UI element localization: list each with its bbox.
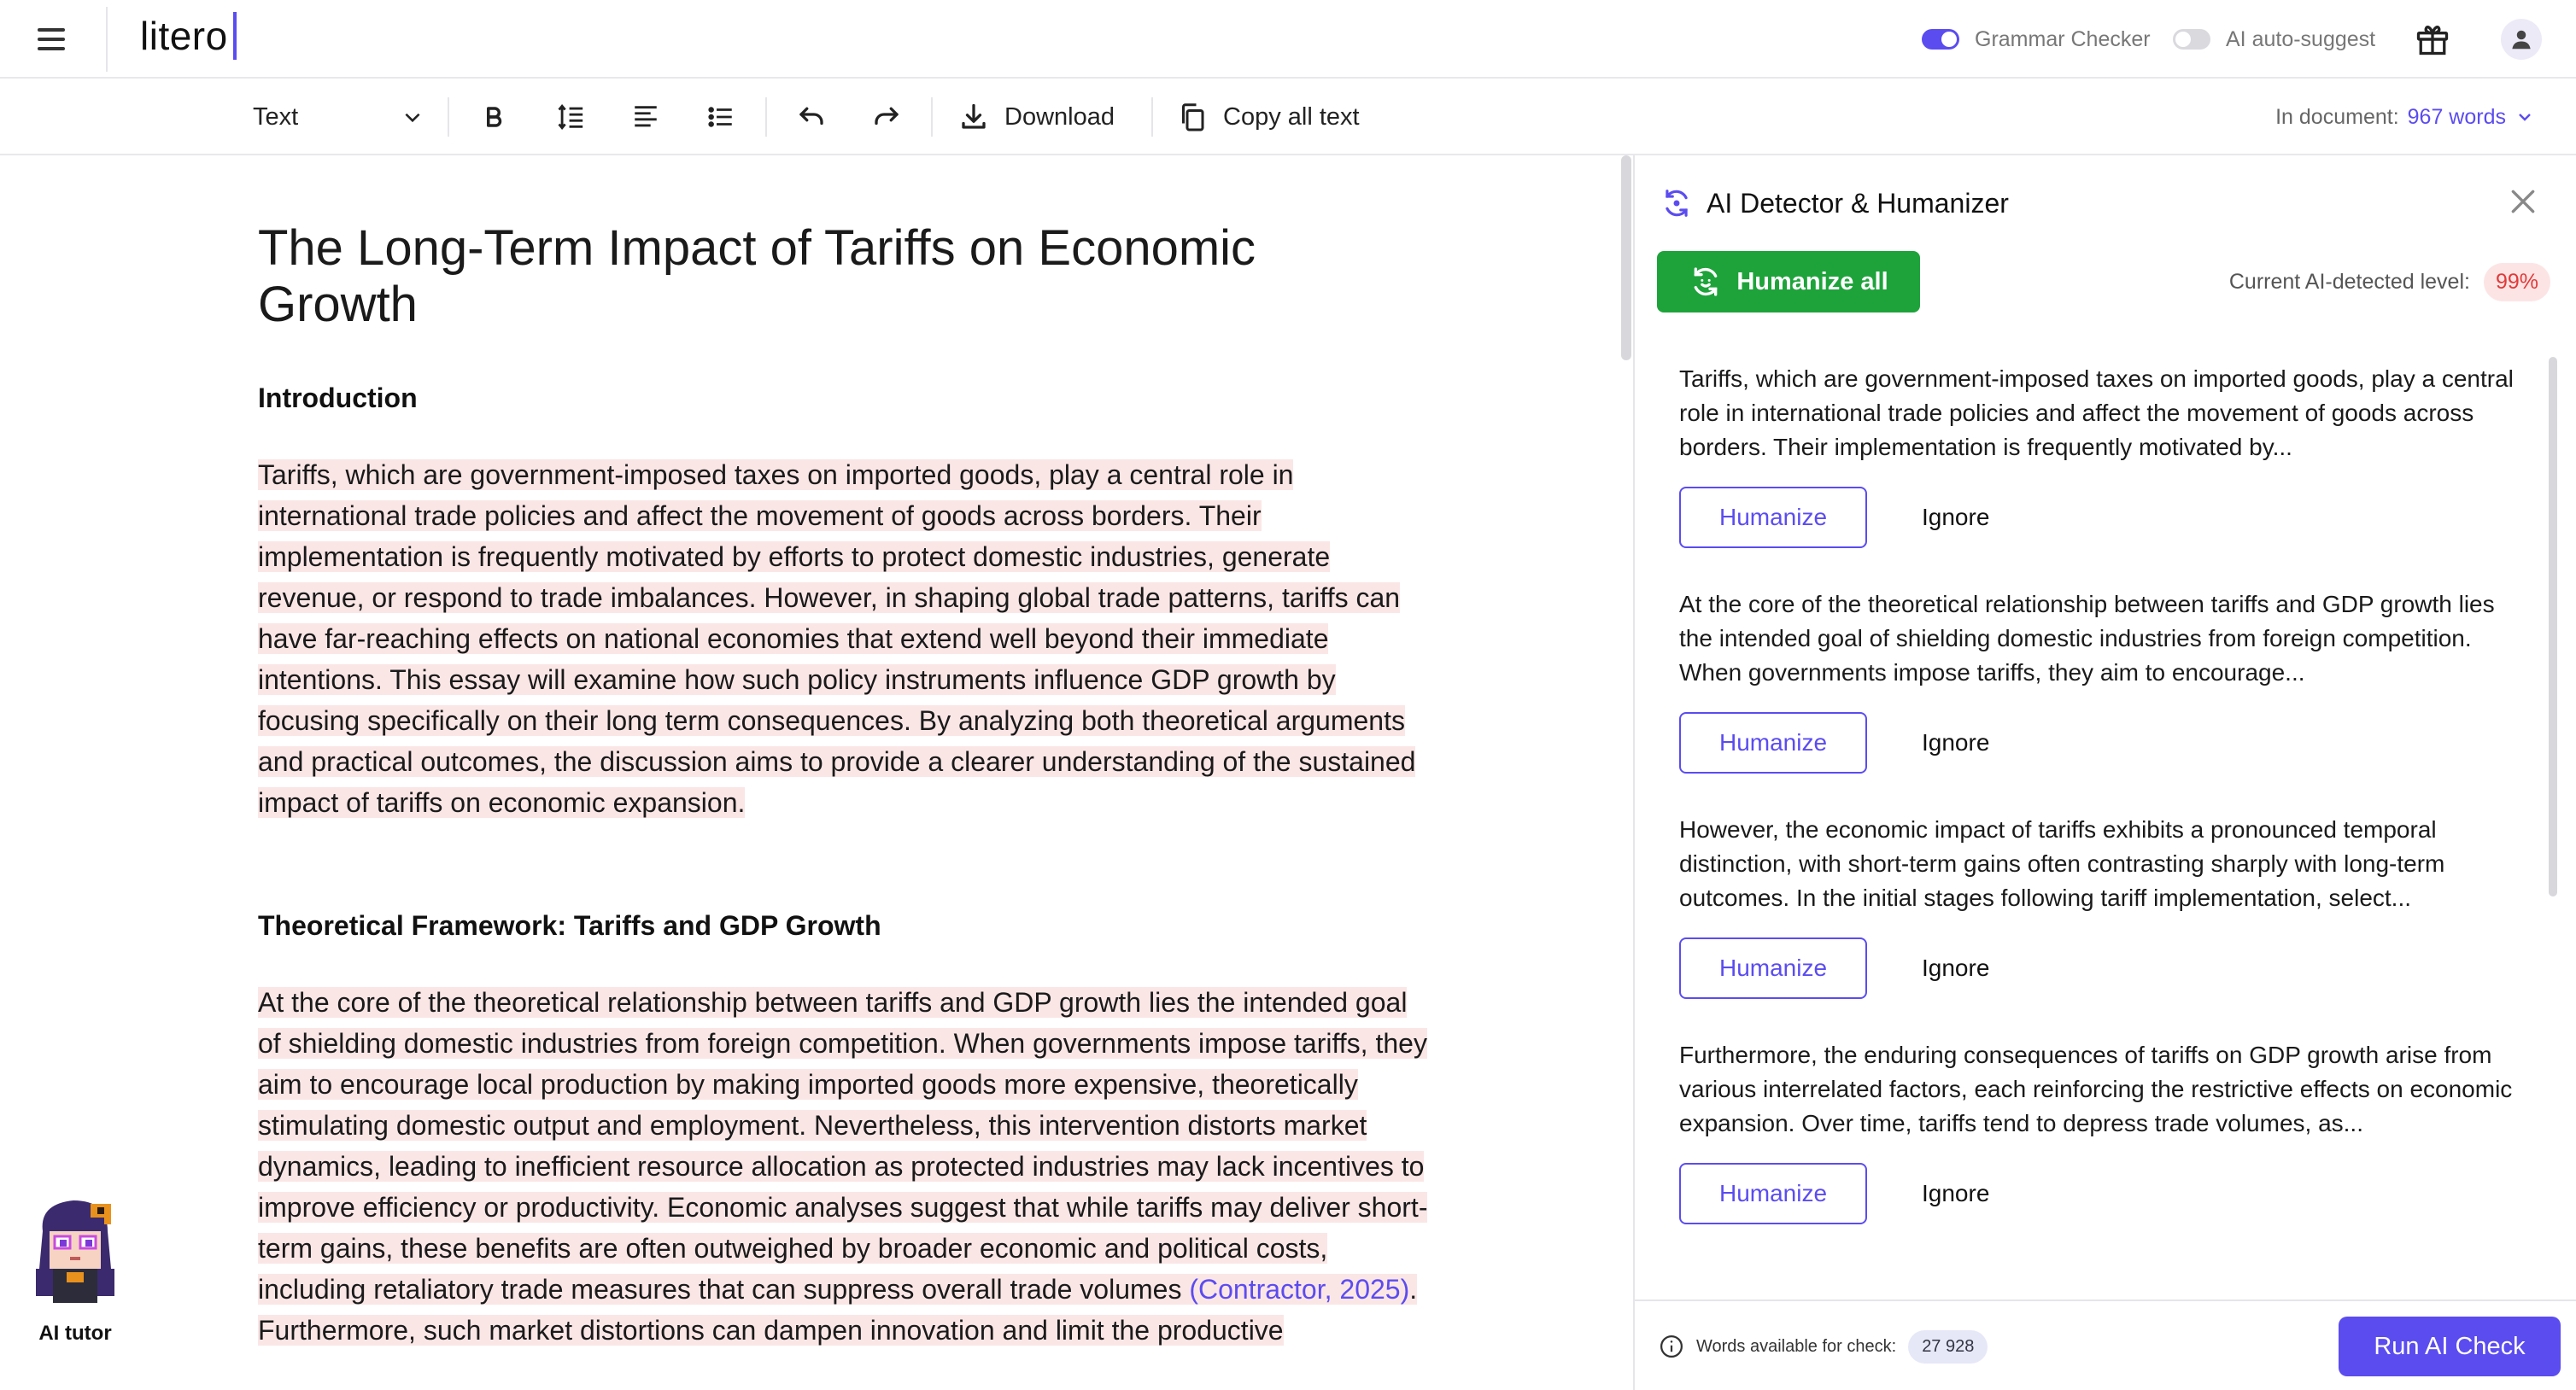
paragraph[interactable]: Tariffs, which are government-imposed ta… (258, 454, 1428, 823)
suggestion-card: Furthermore, the enduring consequences o… (1679, 1038, 2525, 1224)
ai-detected-text[interactable]: Tariffs, which are government-imposed ta… (258, 459, 1416, 818)
suggestion-card: Tariffs, which are government-imposed ta… (1679, 362, 2525, 548)
download-button[interactable]: Download (958, 94, 1115, 140)
ai-detector-panel: AI Detector & Humanizer Humanize all Cur… (1633, 155, 2576, 1390)
suggestion-text: However, the economic impact of tariffs … (1679, 816, 2445, 911)
top-bar: litero Grammar Checker AI auto-suggest (0, 0, 2576, 79)
user-icon (2512, 30, 2531, 50)
refresh-ai-icon (1666, 190, 1688, 217)
text-style-select[interactable]: Text (253, 94, 424, 140)
info-icon[interactable] (1659, 1334, 1684, 1359)
ai-tutor-button[interactable]: AI tutor (22, 1194, 128, 1356)
ignore-button[interactable]: Ignore (1922, 955, 1989, 982)
toolbar-separator (448, 97, 449, 137)
redo-button[interactable] (866, 94, 907, 140)
app-logo[interactable]: litero (140, 12, 237, 60)
bold-button[interactable] (475, 94, 512, 140)
gift-icon[interactable] (2414, 20, 2451, 58)
align-left-button[interactable] (625, 94, 666, 140)
suggestion-card: At the core of the theoretical relations… (1679, 587, 2525, 774)
panel-title: AI Detector & Humanizer (1707, 187, 2009, 219)
suggestion-text: Furthermore, the enduring consequences o… (1679, 1042, 2513, 1136)
document-word-count[interactable]: In document: 967 words (2275, 97, 2535, 137)
undo-button[interactable] (791, 94, 832, 140)
run-ai-check-button[interactable]: Run AI Check (2339, 1317, 2561, 1376)
suggestion-card: However, the economic impact of tariffs … (1679, 813, 2525, 999)
editor-scrollbar[interactable] (1621, 155, 1631, 360)
bullet-list-icon (708, 107, 732, 127)
humanize-all-label: Humanize all (1736, 267, 1888, 295)
toolbar-separator (1151, 97, 1153, 137)
ai-level-label: Current AI-detected level: (2228, 269, 2470, 294)
toolbar-separator (765, 97, 767, 137)
logo-caret (232, 12, 237, 60)
topbar-divider (106, 7, 108, 72)
section-heading[interactable]: Theoretical Framework: Tariffs and GDP G… (258, 908, 1428, 943)
line-spacing-icon (558, 104, 583, 130)
ai-detected-text[interactable]: At the core of the theoretical relations… (258, 987, 1428, 1305)
suggestion-text: At the core of the theoretical relations… (1679, 591, 2495, 686)
copy-all-text-label: Copy all text (1223, 102, 1360, 131)
text-style-value: Text (253, 102, 299, 131)
formatting-toolbar: Text Download Copy all text In document:… (0, 79, 2576, 155)
copy-all-text-button[interactable]: Copy all text (1177, 94, 1360, 140)
ai-autosuggest-toggle[interactable]: AI auto-suggest (2173, 19, 2375, 60)
ai-autosuggest-label: AI auto-suggest (2226, 26, 2376, 51)
close-icon[interactable] (2506, 184, 2540, 219)
section-heading[interactable]: Introduction (258, 381, 1428, 415)
suggestion-text: Tariffs, which are government-imposed ta… (1679, 365, 2514, 460)
doc-count-label: In document: (2275, 104, 2399, 129)
suggestion-list[interactable]: Tariffs, which are government-imposed ta… (1635, 353, 2549, 1301)
ignore-button[interactable]: Ignore (1922, 1180, 1989, 1207)
grammar-checker-toggle[interactable]: Grammar Checker (1922, 19, 2151, 60)
copy-icon (1182, 103, 1204, 131)
user-avatar[interactable] (2501, 19, 2542, 60)
refresh-icon (1695, 267, 1718, 296)
grammar-checker-switch[interactable] (1922, 29, 1959, 50)
menu-icon[interactable] (38, 24, 72, 55)
panel-header: AI Detector & Humanizer (1660, 181, 2009, 225)
ignore-button[interactable]: Ignore (1922, 504, 1989, 531)
download-icon (962, 103, 986, 129)
paragraph[interactable]: At the core of the theoretical relations… (258, 982, 1428, 1351)
bold-icon (487, 107, 502, 127)
ai-autosuggest-switch[interactable] (2173, 29, 2210, 50)
chevron-down-icon (2519, 114, 2531, 121)
undo-icon (799, 107, 823, 126)
words-available: Words available for check: 27 928 (1659, 1327, 1988, 1366)
app-logo-text: litero (140, 14, 228, 58)
document-editor[interactable]: The Long-Term Impact of Tariffs on Econo… (0, 155, 1633, 1390)
humanize-button[interactable]: Humanize (1679, 712, 1867, 774)
download-label: Download (1004, 102, 1115, 131)
panel-scrollbar[interactable] (2549, 357, 2557, 896)
ignore-button[interactable]: Ignore (1922, 729, 1989, 756)
toolbar-separator (931, 97, 933, 137)
humanize-button[interactable]: Humanize (1679, 937, 1867, 999)
align-left-icon (635, 106, 657, 127)
ai-tutor-avatar-icon (36, 1200, 114, 1303)
humanize-button[interactable]: Humanize (1679, 487, 1867, 548)
panel-footer: Words available for check: 27 928 Run AI… (1635, 1299, 2576, 1390)
humanize-button[interactable]: Humanize (1679, 1163, 1867, 1224)
redo-icon (875, 107, 899, 126)
bullet-list-button[interactable] (700, 94, 741, 140)
line-spacing-button[interactable] (550, 94, 591, 140)
document-body[interactable]: The Long-Term Impact of Tariffs on Econo… (258, 220, 1428, 1390)
words-available-count: 27 928 (1908, 1329, 1988, 1364)
citation-link[interactable]: (Contractor, 2025) (1189, 1274, 1410, 1305)
document-title[interactable]: The Long-Term Impact of Tariffs on Econo… (258, 220, 1428, 333)
humanize-all-button[interactable]: Humanize all (1657, 251, 1920, 312)
ai-detected-level: Current AI-detected level: 99% (2229, 261, 2550, 302)
words-available-label: Words available for check: (1696, 1336, 1897, 1356)
grammar-checker-label: Grammar Checker (1975, 26, 2151, 51)
ai-tutor-label: AI tutor (38, 1322, 112, 1345)
doc-count-value: 967 words (2407, 104, 2506, 129)
chevron-down-icon (405, 113, 420, 123)
ai-level-badge: 99% (2483, 262, 2550, 301)
